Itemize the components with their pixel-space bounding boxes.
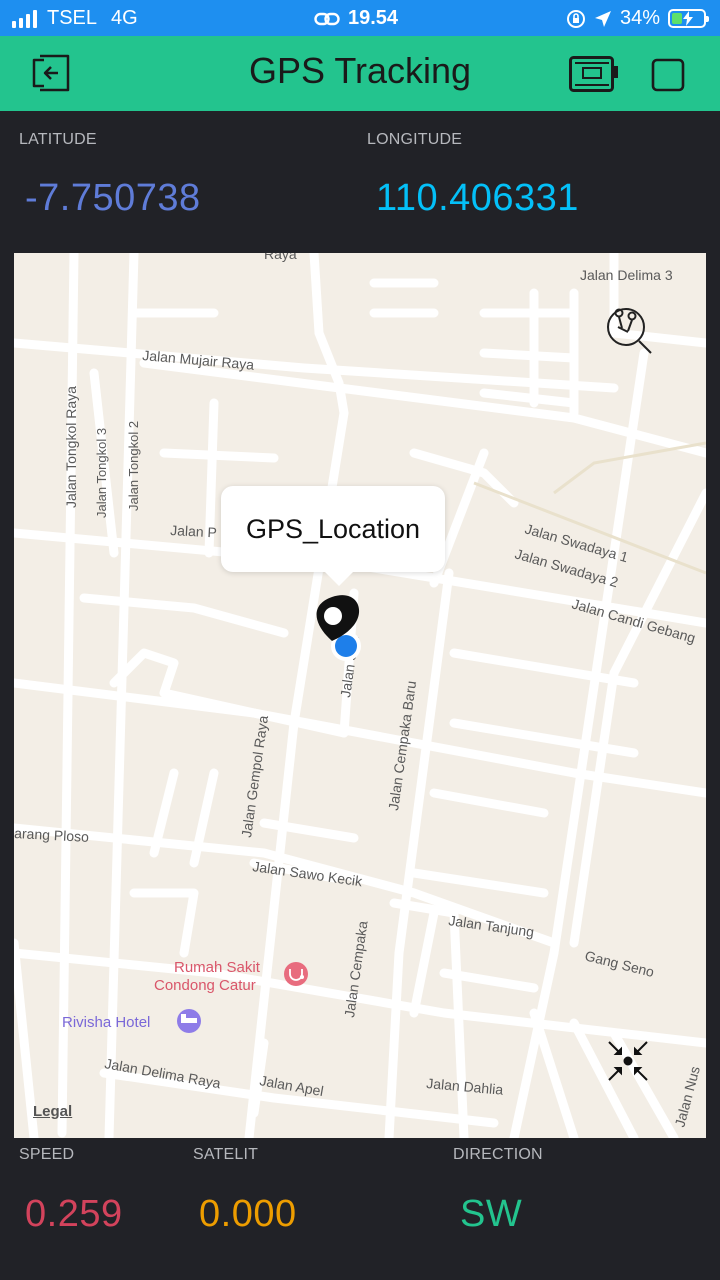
speed-label: SPEED [19,1146,75,1163]
svg-text:Rumah Sakit: Rumah Sakit [174,959,261,976]
marker-popup[interactable]: GPS_Location [221,486,445,586]
popup-tail [325,572,353,586]
location-arrow-icon [594,10,611,27]
rotation-lock-icon [566,9,585,28]
svg-text:Jalan Delima 3: Jalan Delima 3 [580,267,673,283]
svg-text:Raya: Raya [264,253,297,262]
device-button[interactable] [569,56,619,97]
direction-label: DIRECTION [453,1146,543,1163]
svg-text:Jalan Tongkol 3: Jalan Tongkol 3 [94,428,109,518]
direction-value: SW [460,1193,523,1235]
recenter-icon[interactable] [608,1041,648,1081]
device-board-icon [569,56,618,92]
map-streets: Jalan Delima 3 Jalan Mujair Raya Jalan T… [14,253,706,1138]
satelit-value: 0.000 [199,1193,297,1235]
svg-text:Jalan Tongkol Raya: Jalan Tongkol Raya [63,386,79,508]
map-view[interactable]: Jalan Delima 3 Jalan Mujair Raya Jalan T… [14,253,706,1138]
clock: 19.54 [348,7,399,29]
carrier-label: TSEL [47,7,98,29]
longitude-value: 110.406331 [376,177,579,219]
hospital-icon [284,962,308,986]
marker-popup-label: GPS_Location [245,514,421,544]
status-center: 19.54 [314,7,398,30]
status-left: TSEL 4G [12,7,138,30]
legal-link[interactable]: Legal [33,1103,72,1120]
svg-text:Jalan Tongkol 2: Jalan Tongkol 2 [126,421,141,511]
svg-text:Condong Catur: Condong Catur [154,977,256,994]
link-icon [314,12,340,25]
svg-text:Jalan P: Jalan P [170,522,217,540]
signal-icon [12,9,37,28]
svg-text:Jalan Nus: Jalan Nus [671,1064,703,1128]
latitude-label: LATITUDE [19,131,97,148]
app-header: GPS Tracking [0,36,720,111]
satelit-label: SATELIT [193,1146,259,1163]
latitude-value: -7.750738 [25,177,201,219]
status-bar: TSEL 4G 19.54 34% [0,0,720,36]
svg-text:arang Ploso: arang Ploso [14,825,90,845]
app-screen: TSEL 4G 19.54 34% GPS Tracking LATITUDE [0,0,720,1280]
square-icon [651,58,685,92]
longitude-label: LONGITUDE [367,131,463,148]
battery-icon [668,9,709,28]
square-button[interactable] [651,58,685,97]
speed-value: 0.259 [25,1193,123,1235]
status-right: 34% [566,7,709,30]
svg-text:Gang Seno: Gang Seno [583,947,656,980]
network-label: 4G [111,7,138,29]
battery-percent: 34% [619,7,660,29]
svg-text:Rivisha Hotel: Rivisha Hotel [62,1014,150,1031]
hotel-icon [177,1009,201,1033]
svg-text:Jalan Dahlia: Jalan Dahlia [426,1075,504,1098]
